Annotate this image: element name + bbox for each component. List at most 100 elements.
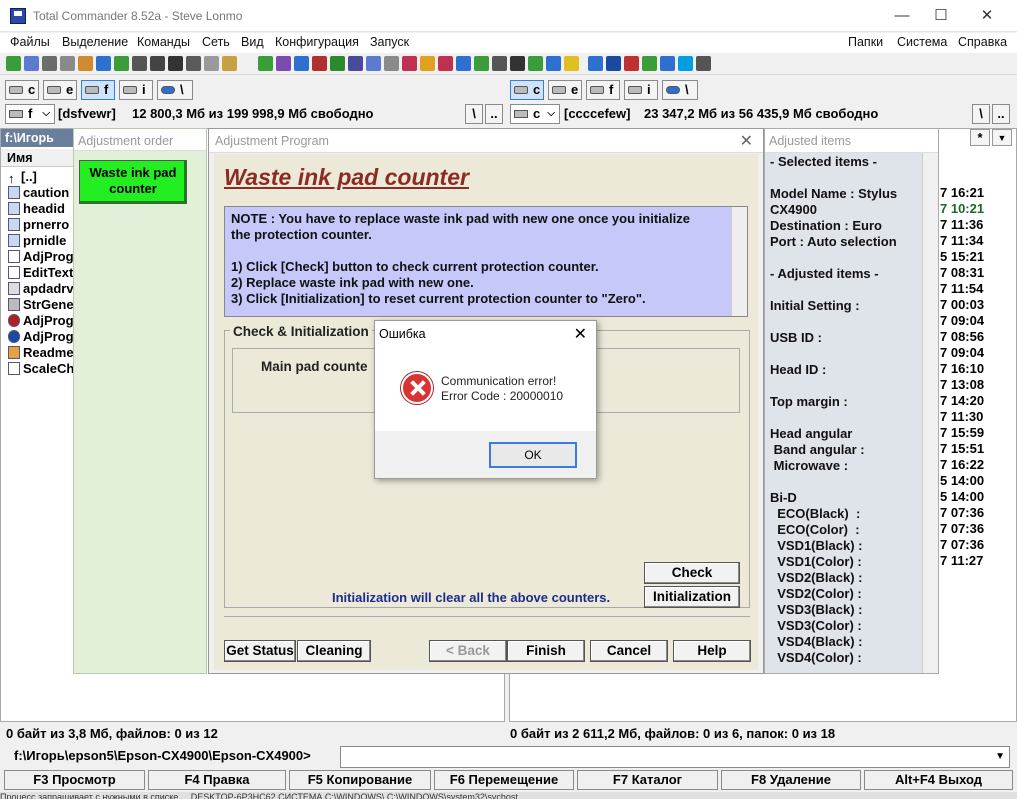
f5-copy-button[interactable]: F5 Копирование: [289, 770, 431, 790]
zip-icon[interactable]: [132, 56, 147, 71]
brief-icon[interactable]: [42, 56, 57, 71]
help-button[interactable]: Help: [673, 640, 751, 662]
network-icon[interactable]: [456, 56, 471, 71]
sort-icon[interactable]: [96, 56, 111, 71]
unpack-icon[interactable]: [168, 56, 183, 71]
right-up-button[interactable]: ..: [992, 104, 1010, 124]
arrow-icon[interactable]: [588, 56, 603, 71]
file-row[interactable]: AdjProg: [8, 249, 74, 265]
command-line-input[interactable]: ▼: [340, 746, 1010, 768]
tool-icon[interactable]: [696, 56, 711, 71]
menu-selection[interactable]: Выделение: [62, 35, 128, 49]
file-row[interactable]: headid: [8, 201, 65, 217]
f6-move-button[interactable]: F6 Перемещение: [434, 770, 574, 790]
f8-delete-button[interactable]: F8 Удаление: [721, 770, 861, 790]
file-row[interactable]: ScaleCh: [8, 361, 74, 377]
right-root-button[interactable]: \: [972, 104, 990, 124]
left-path-header[interactable]: f:\Игорь: [1, 129, 73, 147]
terminal-icon[interactable]: [348, 56, 363, 71]
adjustment-program-close-button[interactable]: ✕: [740, 131, 753, 151]
menu-help[interactable]: Справка: [958, 35, 1007, 49]
file-row[interactable]: apdadrv: [8, 281, 74, 297]
globe-icon[interactable]: [606, 56, 621, 71]
drive-c-left[interactable]: c: [5, 80, 39, 100]
file-row[interactable]: StrGene: [8, 297, 74, 313]
f4-edit-button[interactable]: F4 Правка: [148, 770, 286, 790]
stop-icon[interactable]: [624, 56, 639, 71]
view-icon[interactable]: [24, 56, 39, 71]
check-button[interactable]: Check: [644, 562, 740, 584]
error-dialog-close-button[interactable]: ✕: [574, 324, 587, 344]
record-icon[interactable]: [312, 56, 327, 71]
drive-i-right[interactable]: i: [624, 80, 658, 100]
rename-icon[interactable]: [222, 56, 237, 71]
alt-f4-exit-button[interactable]: Alt+F4 Выход: [864, 770, 1013, 790]
file-row[interactable]: AdjProg: [8, 313, 74, 329]
file-row[interactable]: Readme: [8, 345, 74, 361]
maximize-button[interactable]: ☐: [918, 0, 964, 32]
drive-network-left[interactable]: \: [157, 80, 193, 100]
file-row[interactable]: prnidle: [8, 233, 66, 249]
ie-icon[interactable]: [660, 56, 675, 71]
menu-folders[interactable]: Папки: [848, 35, 883, 49]
media-icon[interactable]: [492, 56, 507, 71]
right-dropdown-button[interactable]: ▼: [992, 129, 1012, 146]
adjusted-items-scrollbar[interactable]: [922, 153, 938, 673]
column-header-name[interactable]: Имя: [1, 149, 73, 167]
back-button[interactable]: < Back: [429, 640, 507, 662]
menu-system[interactable]: Система: [897, 35, 947, 49]
close-button[interactable]: ✕: [964, 0, 1010, 32]
pdf-icon[interactable]: [510, 56, 525, 71]
f3-view-button[interactable]: F3 Просмотр: [4, 770, 145, 790]
menu-commands[interactable]: Команды: [137, 35, 190, 49]
cleaning-button[interactable]: Cleaning: [297, 640, 371, 662]
bulb-icon[interactable]: [564, 56, 579, 71]
drive-network-right[interactable]: \: [662, 80, 698, 100]
refresh-icon[interactable]: [6, 56, 21, 71]
full-icon[interactable]: [60, 56, 75, 71]
tree-icon[interactable]: [78, 56, 93, 71]
drive-i-left[interactable]: i: [119, 80, 153, 100]
spreadsheet-icon[interactable]: [330, 56, 345, 71]
waste-ink-pad-counter-item[interactable]: Waste ink pad counter: [79, 160, 187, 204]
drive-f-right[interactable]: f: [586, 80, 620, 100]
menu-view[interactable]: Вид: [241, 35, 264, 49]
chevron-down-icon[interactable]: ▼: [995, 751, 1005, 762]
rar-icon[interactable]: [150, 56, 165, 71]
printer-icon[interactable]: [384, 56, 399, 71]
file-row[interactable]: prnerro: [8, 217, 69, 233]
left-drive-select[interactable]: f ⌵: [5, 104, 55, 124]
notepad-icon[interactable]: [642, 56, 657, 71]
compare-icon[interactable]: [276, 56, 291, 71]
menu-configuration[interactable]: Конфигурация: [275, 35, 359, 49]
menu-network[interactable]: Сеть: [202, 35, 230, 49]
menu-files[interactable]: Файлы: [10, 35, 50, 49]
sync-icon[interactable]: [294, 56, 309, 71]
note-scrollbar[interactable]: [731, 207, 747, 316]
drive-c-right[interactable]: c: [510, 80, 544, 100]
drive-e-left[interactable]: e: [43, 80, 77, 100]
leaf-icon[interactable]: [474, 56, 489, 71]
check-icon[interactable]: [528, 56, 543, 71]
right-star-button[interactable]: *: [970, 129, 990, 146]
star-icon[interactable]: [420, 56, 435, 71]
ftp-icon[interactable]: [258, 56, 273, 71]
file-row[interactable]: AdjProg: [8, 329, 74, 345]
right-drive-select[interactable]: c ⌵: [510, 104, 560, 124]
search-icon[interactable]: [204, 56, 219, 71]
window-icon[interactable]: [366, 56, 381, 71]
get-status-button[interactable]: Get Status: [224, 640, 296, 662]
image-icon[interactable]: [546, 56, 561, 71]
flag-icon[interactable]: [402, 56, 417, 71]
left-root-button[interactable]: \: [465, 104, 483, 124]
initialization-button[interactable]: Initialization: [644, 586, 740, 608]
select-icon[interactable]: [114, 56, 129, 71]
left-up-button[interactable]: ..: [485, 104, 503, 124]
file-row[interactable]: ↑ [..]: [8, 169, 37, 186]
finish-button[interactable]: Finish: [507, 640, 585, 662]
pack-icon[interactable]: [186, 56, 201, 71]
f7-mkdir-button[interactable]: F7 Каталог: [577, 770, 718, 790]
diamond-icon[interactable]: [438, 56, 453, 71]
cancel-button[interactable]: Cancel: [590, 640, 668, 662]
drive-f-left[interactable]: f: [81, 80, 115, 100]
